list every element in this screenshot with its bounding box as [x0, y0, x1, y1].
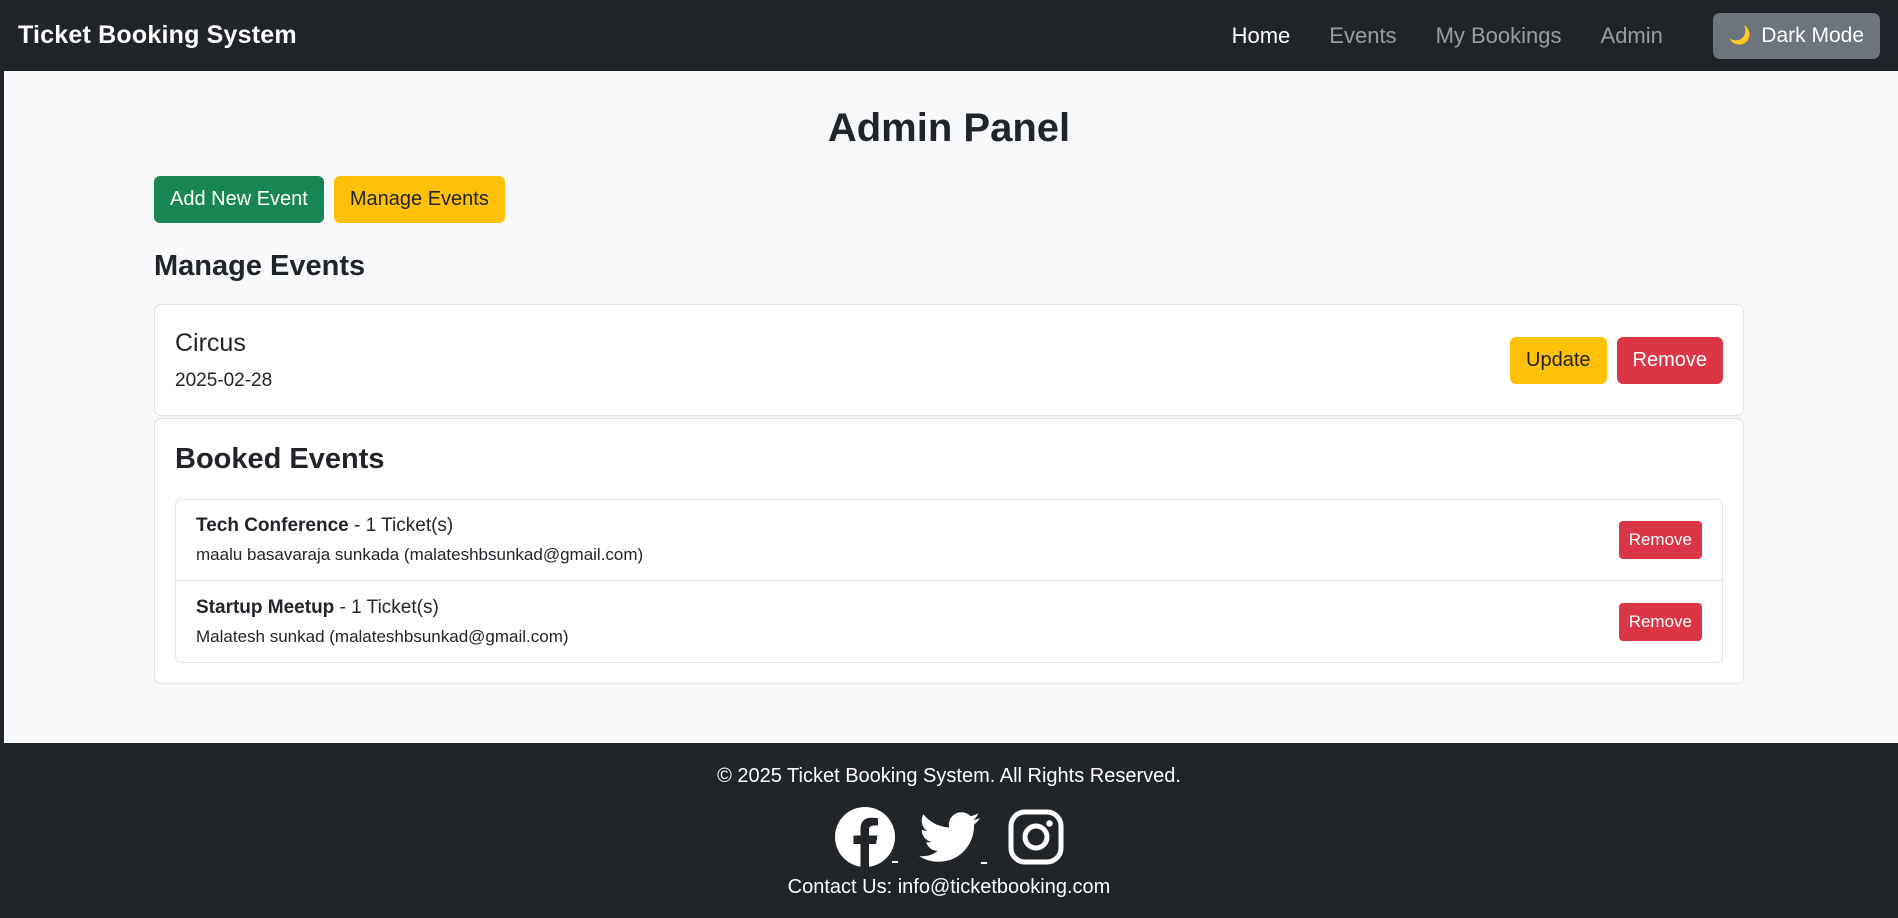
remove-booking-button[interactable]: Remove [1618, 521, 1702, 559]
dark-mode-label: Dark Mode [1761, 23, 1864, 47]
instagram-icon[interactable] [1008, 809, 1064, 865]
nav-links: Home Events My Bookings Admin 🌙 Dark Mod… [1193, 12, 1880, 59]
dark-mode-button[interactable]: 🌙 Dark Mode [1712, 12, 1880, 59]
booking-event-name: Tech Conference [196, 515, 349, 536]
list-item: Startup Meetup - 1 Ticket(s) Malatesh su… [176, 581, 1722, 662]
event-date: 2025-02-28 [175, 369, 273, 391]
manage-events-button[interactable]: Manage Events [333, 176, 505, 223]
contact-text: Contact Us: info@ticketbooking.com [787, 876, 1111, 898]
copyright-text: © 2025 Ticket Booking System. All Rights… [717, 765, 1181, 787]
twitter-icon[interactable] [918, 806, 988, 868]
booking-user: Malatesh sunkad (malateshbsunkad@gmail.c… [196, 626, 569, 646]
event-name: Circus [175, 328, 246, 357]
event-info: Circus 2025-02-28 [175, 329, 1510, 392]
moon-icon: 🌙 [1728, 25, 1752, 45]
admin-actions: Add New Event Manage Events [154, 176, 1744, 223]
navbar: Ticket Booking System Home Events My Boo… [0, 0, 1898, 71]
bookings-list: Tech Conference - 1 Ticket(s) maalu basa… [175, 499, 1723, 663]
nav-link-my-bookings[interactable]: My Bookings [1436, 23, 1562, 49]
nav-link-admin[interactable]: Admin [1601, 23, 1663, 49]
event-actions: Update Remove [1510, 336, 1723, 384]
event-card: Circus 2025-02-28 Update Remove [154, 304, 1744, 416]
footer: © 2025 Ticket Booking System. All Rights… [0, 743, 1898, 918]
list-item: Tech Conference - 1 Ticket(s) maalu basa… [176, 500, 1722, 581]
booked-events-title: Booked Events [175, 443, 385, 475]
brand-title[interactable]: Ticket Booking System [18, 21, 297, 50]
booking-ticket-count: - 1 Ticket(s) [334, 596, 439, 618]
booking-user: maalu basavaraja sunkada (malateshbsunka… [196, 545, 644, 564]
section-title-manage-events: Manage Events [154, 250, 366, 282]
booking-ticket-count: - 1 Ticket(s) [348, 515, 454, 536]
facebook-icon[interactable] [834, 806, 898, 868]
booking-event-name: Startup Meetup [196, 596, 335, 618]
booked-events-card: Booked Events Tech Conference - 1 Ticket… [154, 418, 1744, 684]
add-new-event-button[interactable]: Add New Event [154, 176, 324, 223]
nav-link-events[interactable]: Events [1329, 23, 1396, 49]
nav-link-home[interactable]: Home [1232, 23, 1291, 49]
social-links [0, 806, 1898, 868]
main-content: Admin Panel Add New Event Manage Events … [154, 71, 1744, 684]
page-title: Admin Panel [827, 106, 1071, 150]
update-event-button[interactable]: Update [1510, 336, 1607, 384]
remove-event-button[interactable]: Remove [1616, 336, 1723, 384]
remove-booking-button[interactable]: Remove [1618, 602, 1702, 641]
